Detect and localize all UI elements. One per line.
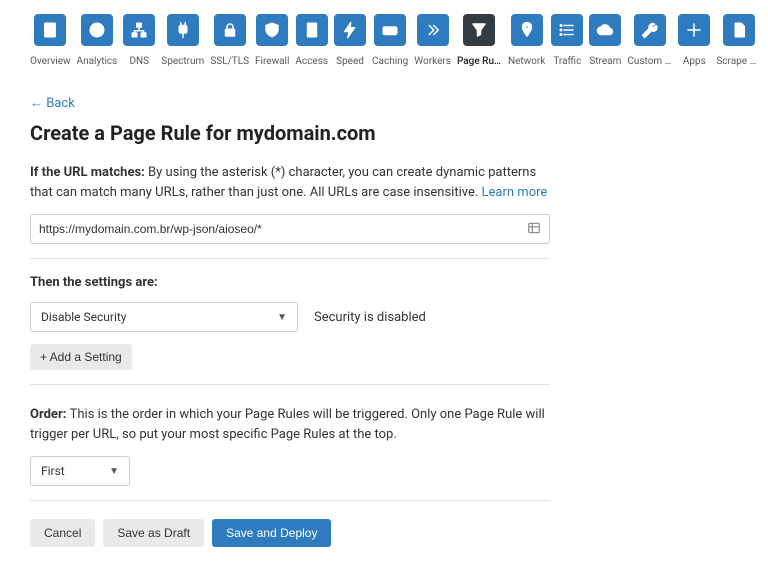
nav-item-apps[interactable]: Apps (678, 14, 710, 67)
divider (30, 500, 550, 501)
nav-item-custom-p-[interactable]: Custom P… (627, 14, 672, 67)
nav-item-overview[interactable]: Overview (30, 14, 71, 67)
cloud-icon (589, 14, 621, 46)
setting-select-value: Disable Security (41, 310, 126, 324)
nav-label: Apps (683, 56, 706, 67)
settings-heading: Then the settings are: (30, 275, 738, 290)
chevron-down-icon: ▼ (109, 466, 119, 477)
save-deploy-button[interactable]: Save and Deploy (212, 519, 331, 547)
nav-item-traffic[interactable]: Traffic (551, 14, 583, 67)
nav-label: DNS (129, 56, 149, 67)
pin-icon (511, 14, 543, 46)
funnel-icon (463, 14, 495, 46)
learn-more-link[interactable]: Learn more (482, 185, 548, 200)
nav-item-analytics[interactable]: Analytics (77, 14, 118, 67)
page-title: Create a Page Rule for mydomain.com (30, 121, 738, 145)
action-buttons: Cancel Save as Draft Save and Deploy (30, 519, 738, 547)
setting-select[interactable]: Disable Security ▼ (30, 302, 298, 332)
top-nav: Overview Analytics DNS Spectrum SSL/TLS Firew… (30, 14, 738, 67)
nav-item-workers[interactable]: Workers (414, 14, 451, 67)
nav-item-caching[interactable]: Caching (372, 14, 408, 67)
order-select-value: First (41, 464, 65, 478)
file-icon (723, 14, 755, 46)
wrench-icon (634, 14, 666, 46)
order-section: Order: This is the order in which your P… (30, 405, 550, 444)
nav-label: Access (295, 56, 328, 67)
list-icon (551, 14, 583, 46)
nav-label: Page Rules (457, 56, 502, 67)
nav-label: Spectrum (161, 56, 204, 67)
pie-icon (81, 14, 113, 46)
lock-icon (214, 14, 246, 46)
nav-label: Network (508, 56, 545, 67)
add-setting-button[interactable]: + Add a Setting (30, 344, 132, 370)
order-lead: Order: (30, 407, 70, 422)
nav-label: Firewall (255, 56, 289, 67)
nav-label: Traffic (553, 56, 581, 67)
divider (30, 384, 550, 385)
nav-item-speed[interactable]: Speed (334, 14, 366, 67)
chevron-down-icon: ▼ (277, 312, 287, 323)
nav-item-access[interactable]: Access (295, 14, 328, 67)
nav-label: Stream (589, 56, 621, 67)
nav-item-stream[interactable]: Stream (589, 14, 621, 67)
nav-item-ssl-tls[interactable]: SSL/TLS (210, 14, 249, 67)
back-link[interactable]: ← Back (30, 95, 75, 111)
nav-label: Workers (414, 56, 451, 67)
url-match-section: If the URL matches: By using the asteris… (30, 163, 550, 202)
shield-icon (256, 14, 288, 46)
url-input-wrapper[interactable] (30, 214, 550, 244)
doc-icon (34, 14, 66, 46)
nav-item-scrape-s-[interactable]: Scrape S… (716, 14, 761, 67)
input-suffix-icon (527, 221, 541, 238)
nav-item-dns[interactable]: DNS (123, 14, 155, 67)
url-input[interactable] (39, 222, 527, 236)
nav-label: Analytics (77, 56, 118, 67)
save-draft-button[interactable]: Save as Draft (103, 519, 204, 547)
cancel-button[interactable]: Cancel (30, 519, 95, 547)
nav-label: Speed (336, 56, 364, 67)
divider (30, 258, 550, 259)
nav-item-spectrum[interactable]: Spectrum (161, 14, 204, 67)
drive-icon (374, 14, 406, 46)
nav-label: Scrape S… (716, 56, 761, 67)
nav-item-firewall[interactable]: Firewall (255, 14, 289, 67)
bolt-icon (334, 14, 366, 46)
door-icon (296, 14, 328, 46)
order-body: This is the order in which your Page Rul… (30, 407, 545, 442)
plus-icon (678, 14, 710, 46)
nav-label: Caching (372, 56, 408, 67)
nav-label: Overview (30, 56, 71, 67)
nav-item-network[interactable]: Network (508, 14, 545, 67)
url-match-lead: If the URL matches: (30, 165, 148, 180)
nav-item-page-rules[interactable]: Page Rules (457, 14, 502, 67)
sitemap-icon (123, 14, 155, 46)
chevrons-icon (417, 14, 449, 46)
nav-label: SSL/TLS (210, 56, 249, 67)
order-select[interactable]: First ▼ (30, 456, 130, 486)
setting-status-text: Security is disabled (314, 310, 426, 325)
nav-label: Custom P… (627, 56, 672, 67)
plug-icon (167, 14, 199, 46)
